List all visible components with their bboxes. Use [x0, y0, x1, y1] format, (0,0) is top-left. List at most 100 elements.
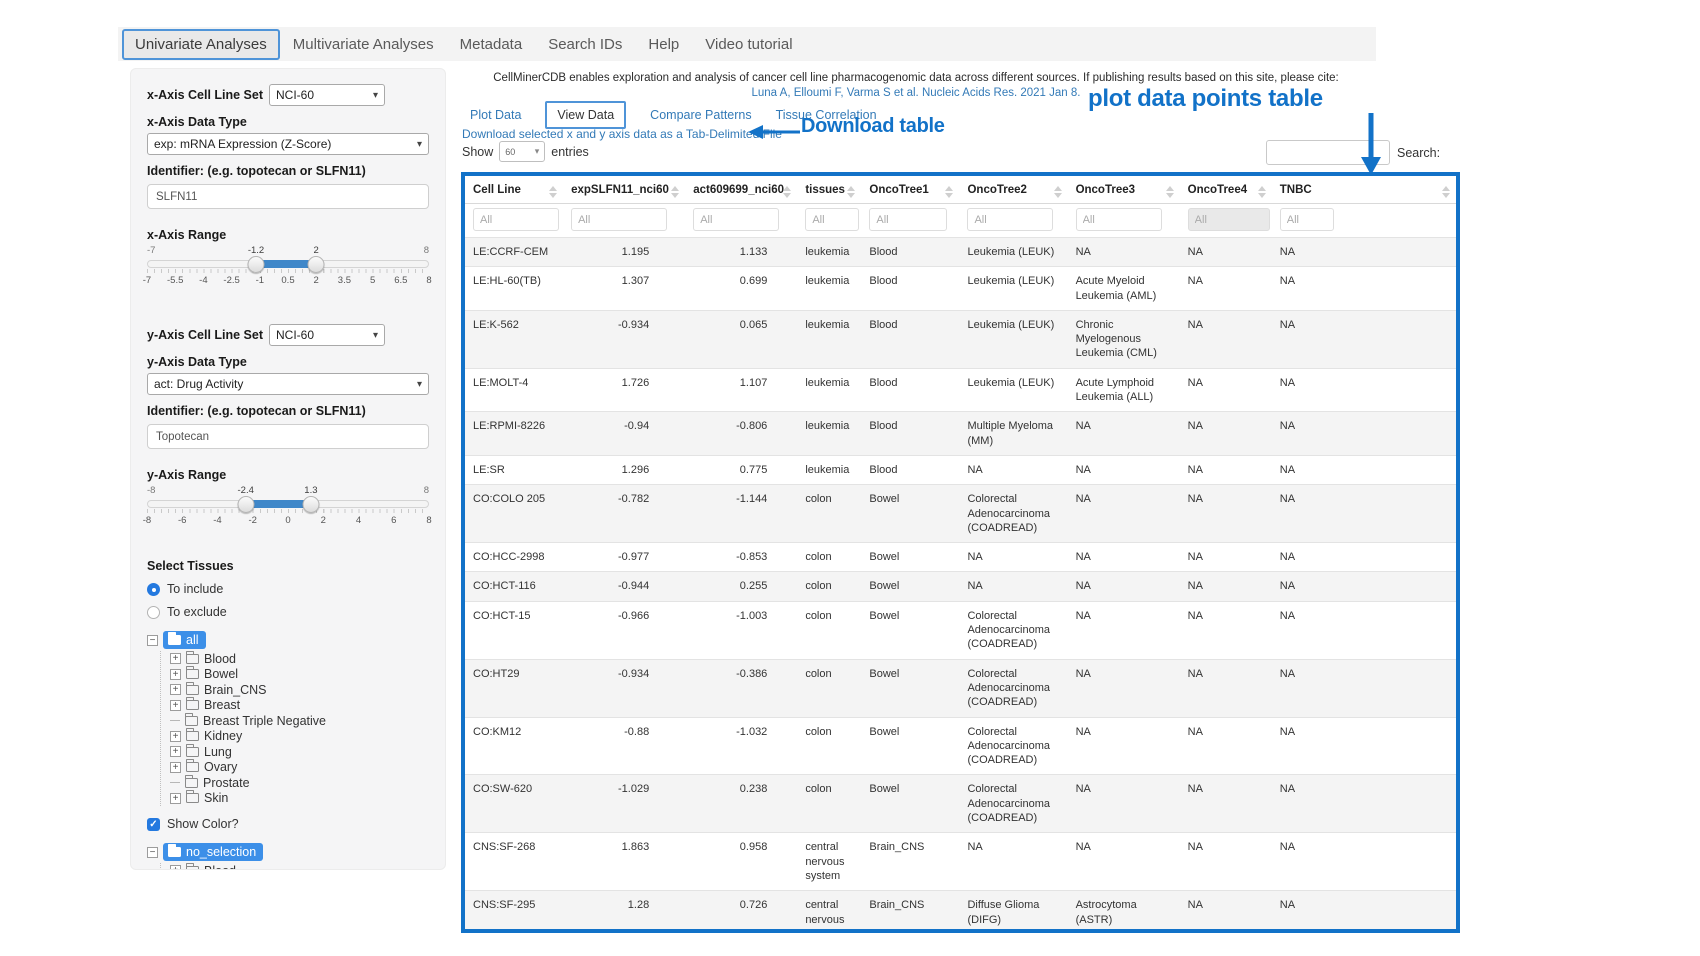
nav-tab-metadata[interactable]: Metadata [447, 29, 536, 60]
tree-root-all[interactable]: all [163, 631, 206, 649]
filter-input-tnbc[interactable] [1280, 208, 1334, 231]
sort-icon[interactable] [549, 186, 557, 198]
column-header-oncotree2[interactable]: OncoTree2 [959, 176, 1067, 204]
annotation-left-arrow [748, 123, 800, 141]
expand-icon[interactable]: + [170, 700, 181, 711]
cell-line-value: CO:SW-620 [465, 775, 563, 833]
sort-icon[interactable] [847, 186, 855, 198]
collapse-icon[interactable]: − [147, 847, 158, 858]
column-header-cell-line[interactable]: Cell Line [465, 176, 563, 204]
y-tick-label: 6 [391, 515, 396, 526]
y-axis-data-type-select[interactable]: act: Drug Activity ▾ [147, 373, 429, 395]
entries-select[interactable]: 60 ▾ [499, 141, 545, 162]
x-axis-data-type-label: x-Axis Data Type [147, 115, 429, 129]
tree-item-lung[interactable]: +Lung [170, 744, 429, 760]
tree-item-ovary[interactable]: +Ovary [170, 760, 429, 776]
cell-value: -1.032 [685, 717, 797, 775]
column-title: OncoTree3 [1076, 184, 1135, 196]
sort-icon[interactable] [945, 186, 953, 198]
x-identifier-input[interactable] [147, 184, 429, 209]
tree-item-bowel[interactable]: +Bowel [170, 667, 429, 683]
column-header-expslfn11-nci60[interactable]: expSLFN11_nci60 [563, 176, 685, 204]
collapse-icon[interactable]: − [147, 635, 158, 646]
x-slider-handle-high[interactable] [308, 256, 325, 273]
cell-value: 0.255 [685, 572, 797, 601]
expand-icon[interactable]: + [170, 762, 181, 773]
tree-item-breast-triple-negative[interactable]: Breast Triple Negative [170, 713, 429, 729]
cell-value: Leukemia (LEUK) [959, 368, 1067, 412]
tree-root-row: −no_selection [147, 843, 429, 861]
radio-to-exclude[interactable]: To exclude [147, 605, 429, 619]
filter-input-cell-line[interactable] [473, 208, 559, 231]
column-header-oncotree3[interactable]: OncoTree3 [1068, 176, 1180, 204]
expand-icon[interactable]: + [170, 793, 181, 804]
column-header-tissues[interactable]: tissues [797, 176, 861, 204]
filter-input-oncotree3[interactable] [1076, 208, 1162, 231]
folder-icon [186, 793, 199, 803]
expand-icon[interactable]: + [170, 746, 181, 757]
nav-tab-video-tutorial[interactable]: Video tutorial [692, 29, 805, 60]
cell-value: colon [797, 485, 861, 543]
tree-item-blood[interactable]: +Blood [170, 863, 429, 870]
y-axis-cell-line-set-select[interactable]: NCI-60 ▾ [269, 324, 385, 346]
nav-tab-multivariate-analyses[interactable]: Multivariate Analyses [280, 29, 447, 60]
sort-icon[interactable] [1442, 186, 1450, 198]
expand-icon[interactable]: + [170, 865, 181, 870]
sort-icon[interactable] [1166, 186, 1174, 198]
filter-input-act609699-nci60[interactable] [693, 208, 779, 231]
x-slider-max-label: 8 [424, 245, 429, 256]
tree-item-prostate[interactable]: Prostate [170, 775, 429, 791]
cell-value: Bowel [861, 659, 959, 717]
tab-plot-data[interactable]: Plot Data [470, 108, 521, 122]
x-axis-data-type-select[interactable]: exp: mRNA Expression (Z-Score) ▾ [147, 133, 429, 155]
nav-tab-help[interactable]: Help [635, 29, 692, 60]
cell-value: 0.065 [685, 310, 797, 368]
sort-icon[interactable] [1054, 186, 1062, 198]
sort-icon[interactable] [1258, 186, 1266, 198]
cell-value: NA [1180, 455, 1272, 484]
tree-item-breast[interactable]: +Breast [170, 698, 429, 714]
column-header-tnbc[interactable]: TNBC [1272, 176, 1456, 204]
y-slider-track [147, 500, 429, 508]
filter-cell-act609699-nci60 [685, 204, 797, 238]
filter-input-oncotree4[interactable] [1188, 208, 1270, 231]
show-color-checkbox[interactable]: ✓ Show Color? [147, 817, 429, 831]
download-link[interactable]: Download selected x and y axis data as a… [462, 127, 782, 141]
column-header-oncotree1[interactable]: OncoTree1 [861, 176, 959, 204]
expand-icon[interactable]: + [170, 669, 181, 680]
folder-icon [186, 731, 199, 741]
filter-input-oncotree2[interactable] [967, 208, 1053, 231]
tree-item-blood[interactable]: +Blood [170, 651, 429, 667]
column-header-act609699-nci60[interactable]: act609699_nci60 [685, 176, 797, 204]
y-slider-handle-low[interactable] [238, 496, 255, 513]
tree-root-no-selection[interactable]: no_selection [163, 843, 263, 861]
tree-item-brain-cns[interactable]: +Brain_CNS [170, 682, 429, 698]
cell-line-value: CO:HCT-116 [465, 572, 563, 601]
y-identifier-input[interactable] [147, 424, 429, 449]
tree-connector [170, 782, 180, 783]
nav-tab-univariate-analyses[interactable]: Univariate Analyses [122, 29, 280, 60]
sort-icon[interactable] [783, 186, 791, 198]
nav-tab-search-ids[interactable]: Search IDs [535, 29, 635, 60]
radio-to-include[interactable]: To include [147, 582, 429, 596]
cell-value: Blood [861, 368, 959, 412]
cell-value: NA [1068, 833, 1180, 891]
filter-input-oncotree1[interactable] [869, 208, 947, 231]
x-slider-handle-low[interactable] [248, 256, 265, 273]
tree-item-kidney[interactable]: +Kidney [170, 729, 429, 745]
expand-icon[interactable]: + [170, 731, 181, 742]
filter-input-expslfn11-nci60[interactable] [571, 208, 667, 231]
tree-item-skin[interactable]: +Skin [170, 791, 429, 807]
filter-cell-oncotree2 [959, 204, 1067, 238]
y-slider-handle-high[interactable] [302, 496, 319, 513]
sort-icon[interactable] [671, 186, 679, 198]
tab-compare-patterns[interactable]: Compare Patterns [650, 108, 751, 122]
expand-icon[interactable]: + [170, 684, 181, 695]
column-header-oncotree4[interactable]: OncoTree4 [1180, 176, 1272, 204]
filter-input-tissues[interactable] [805, 208, 859, 231]
tab-view-data[interactable]: View Data [545, 101, 626, 129]
app-window: Univariate AnalysesMultivariate Analyses… [0, 0, 1700, 956]
cell-value: -0.934 [563, 659, 685, 717]
x-axis-cell-line-set-select[interactable]: NCI-60 ▾ [269, 84, 385, 106]
expand-icon[interactable]: + [170, 653, 181, 664]
